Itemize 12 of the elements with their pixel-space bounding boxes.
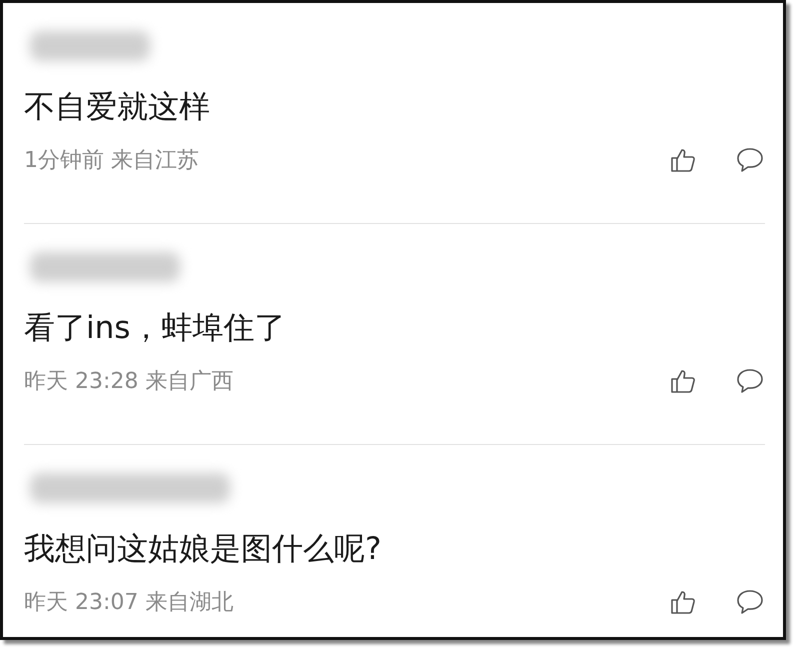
comment-text: 我想问这姑娘是图什么呢? <box>24 530 382 569</box>
thumbs-up-icon[interactable] <box>669 146 697 174</box>
comment-meta: 昨天 23:28 来自广西 <box>24 368 234 396</box>
comment-meta: 1分钟前 来自江苏 <box>24 147 200 175</box>
comment-icon[interactable] <box>735 367 765 395</box>
thumbs-up-icon[interactable] <box>669 588 697 616</box>
comment-text: 不自爱就这样 <box>24 88 211 127</box>
comment-icon[interactable] <box>735 146 765 174</box>
comment-icon[interactable] <box>735 588 765 616</box>
thumbs-up-icon[interactable] <box>669 367 697 395</box>
comment-meta: 昨天 23:07 来自湖北 <box>24 589 234 617</box>
comment-text: 看了ins，蚌埠住了 <box>24 309 286 348</box>
